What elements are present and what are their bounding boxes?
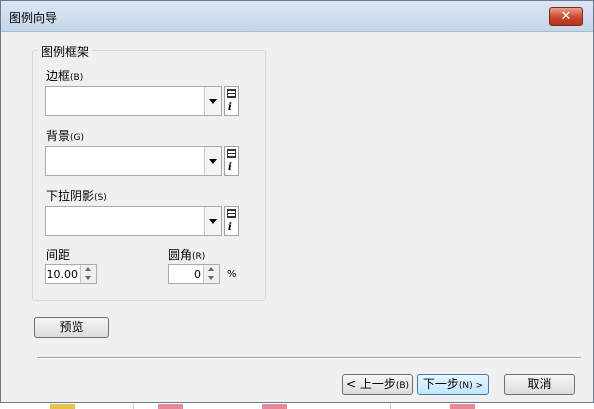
bg-swatch-pink — [158, 404, 183, 409]
shadow-label: 下拉阴影(S) — [46, 189, 107, 203]
corner-value: 0 — [194, 268, 201, 281]
info-icon: i — [228, 222, 232, 233]
cancel-button[interactable]: 取消 — [504, 374, 575, 395]
border-label: 边框(B) — [46, 69, 84, 83]
background-style-button[interactable]: i — [224, 146, 239, 176]
list-icon — [227, 149, 236, 158]
corner-unit: % — [227, 269, 237, 280]
bg-swatch-pink-3 — [450, 404, 475, 409]
info-icon: i — [228, 162, 232, 173]
list-icon — [227, 89, 236, 98]
corner-label: 圆角(R) — [168, 248, 206, 262]
shadow-combo[interactable] — [45, 206, 222, 236]
prev-button[interactable]: < 上一步(B) — [342, 374, 413, 395]
legend-wizard-dialog: 图例向导 ✕ 图例框架 边框(B) i 背景(G) i 下拉阴影(S) i 间距… — [0, 0, 594, 403]
spacing-value: 10.00 — [46, 268, 79, 281]
border-combo[interactable] — [45, 86, 222, 116]
corner-spin-arrows-icon[interactable] — [203, 265, 219, 283]
background-combo[interactable] — [45, 146, 222, 176]
close-button[interactable]: ✕ — [549, 7, 583, 26]
spacing-spin-arrows-icon[interactable] — [80, 265, 96, 283]
title-bar[interactable]: 图例向导 ✕ — [1, 1, 593, 32]
bg-swatch-pink-2 — [262, 404, 287, 409]
spacing-spinner[interactable]: 10.00 — [45, 264, 97, 284]
background-label: 背景(G) — [46, 129, 85, 143]
info-icon: i — [228, 102, 232, 113]
list-icon — [227, 209, 236, 218]
shadow-dropdown-arrow-icon[interactable] — [204, 207, 221, 235]
border-style-button[interactable]: i — [224, 86, 239, 116]
footer-separator — [37, 357, 581, 359]
legend-frame-group-title: 图例框架 — [38, 43, 93, 60]
corner-spinner[interactable]: 0 — [168, 264, 220, 284]
preview-button[interactable]: 预览 — [34, 317, 109, 338]
background-dropdown-arrow-icon[interactable] — [204, 147, 221, 175]
dialog-title: 图例向导 — [9, 11, 58, 25]
shadow-style-button[interactable]: i — [224, 206, 239, 236]
close-icon: ✕ — [560, 9, 572, 24]
next-button[interactable]: 下一步(N) > — [417, 374, 489, 395]
border-dropdown-arrow-icon[interactable] — [204, 87, 221, 115]
spacing-label: 间距 — [46, 248, 71, 262]
bg-swatch-yellow — [50, 404, 75, 409]
